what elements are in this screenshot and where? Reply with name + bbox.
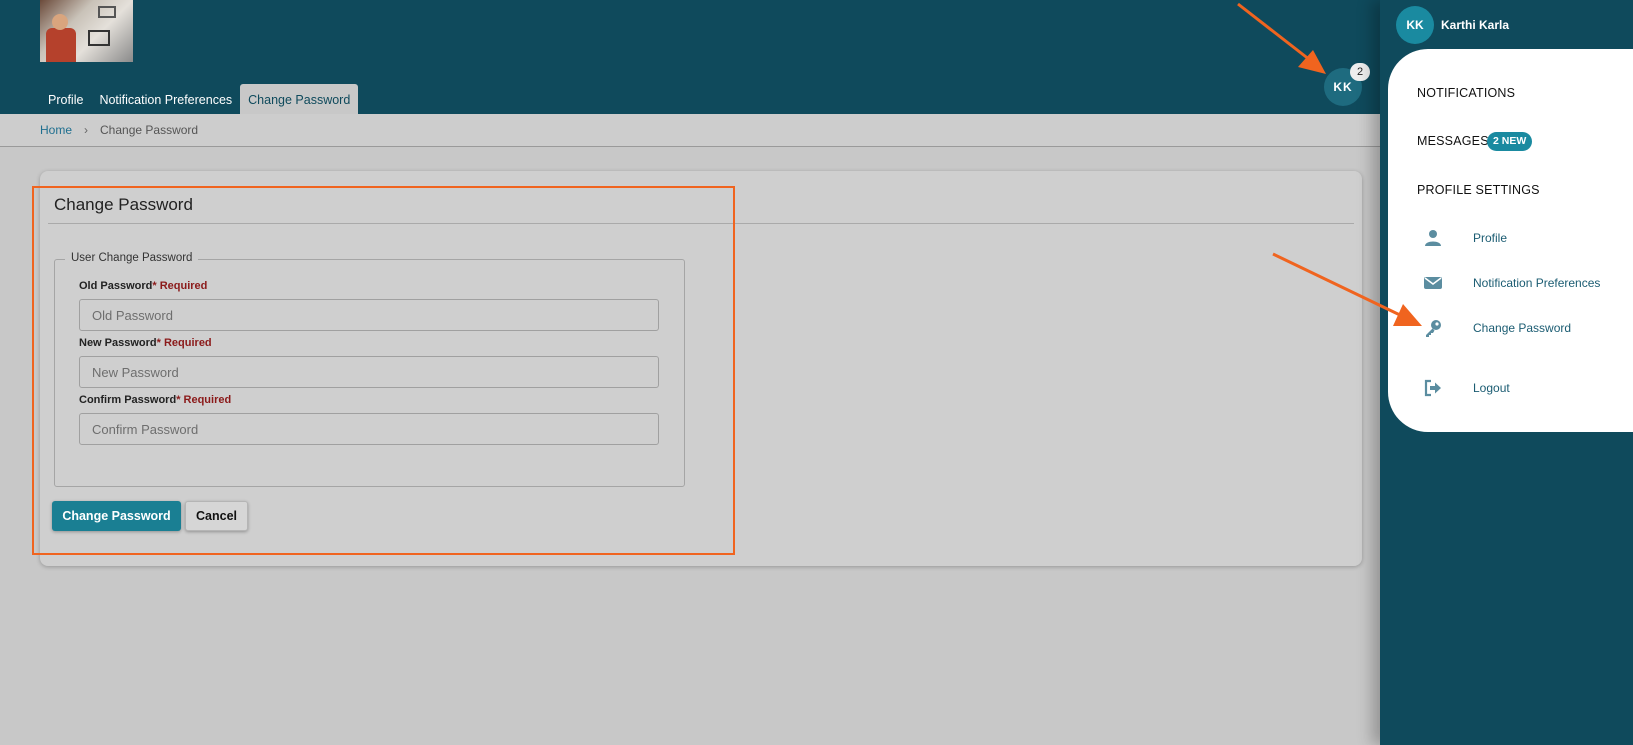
change-password-button[interactable]: Change Password	[52, 501, 181, 531]
menu-item-notification-preferences[interactable]: Notification Preferences	[1388, 268, 1633, 298]
tab-profile[interactable]: Profile	[40, 84, 91, 114]
profile-settings-heading: PROFILE SETTINGS	[1417, 183, 1540, 197]
logout-icon	[1424, 379, 1441, 397]
panel-avatar: KK	[1396, 6, 1434, 44]
notifications-heading[interactable]: NOTIFICATIONS	[1417, 86, 1515, 100]
required-indicator: * Required	[152, 280, 208, 292]
page-title: Change Password	[54, 195, 193, 214]
profile-tabs: Profile Notification Preferences Change …	[40, 84, 359, 114]
tab-change-password[interactable]: Change Password	[240, 84, 359, 114]
menu-item-label: Change Password	[1473, 321, 1572, 335]
tab-notification-preferences[interactable]: Notification Preferences	[91, 84, 240, 114]
person-icon	[1425, 230, 1441, 246]
user-change-password-fieldset: User Change Password Old Password* Requi…	[54, 252, 685, 487]
menu-item-change-password[interactable]: Change Password	[1388, 313, 1633, 343]
required-indicator: * Required	[156, 337, 212, 349]
confirm-password-label: Confirm Password* Required	[79, 394, 232, 406]
user-menu: NOTIFICATIONS MESSAGES 2 NEW PROFILE SET…	[1388, 49, 1633, 432]
menu-item-label: Logout	[1473, 381, 1510, 395]
required-indicator: * Required	[176, 394, 232, 406]
logo-image	[40, 0, 133, 62]
key-icon	[1426, 320, 1441, 337]
breadcrumb-home-link[interactable]: Home	[40, 123, 72, 137]
breadcrumb-current: Change Password	[100, 123, 199, 137]
old-password-label: Old Password* Required	[79, 280, 208, 292]
cancel-button[interactable]: Cancel	[185, 501, 248, 531]
notification-count-badge: 2	[1350, 63, 1370, 81]
fieldset-legend: User Change Password	[65, 252, 199, 264]
breadcrumb-separator: ›	[84, 123, 89, 137]
new-password-input[interactable]	[79, 356, 659, 388]
menu-item-label: Profile	[1473, 231, 1508, 245]
menu-item-label: Notification Preferences	[1473, 276, 1601, 290]
old-password-input[interactable]	[79, 299, 659, 331]
envelope-icon	[1424, 277, 1442, 289]
menu-item-profile[interactable]: Profile	[1388, 223, 1633, 253]
title-divider	[48, 223, 1354, 224]
panel-user-name: Karthi Karla	[1441, 18, 1510, 32]
change-password-card: Change Password User Change Password Old…	[40, 171, 1362, 566]
menu-item-logout[interactable]: Logout	[1388, 373, 1633, 403]
messages-heading[interactable]: MESSAGES	[1417, 134, 1489, 148]
breadcrumb: Home › Change Password	[0, 114, 1380, 147]
confirm-password-input[interactable]	[79, 413, 659, 445]
messages-new-badge: 2 NEW	[1487, 132, 1533, 151]
new-password-label: New Password* Required	[79, 337, 212, 349]
